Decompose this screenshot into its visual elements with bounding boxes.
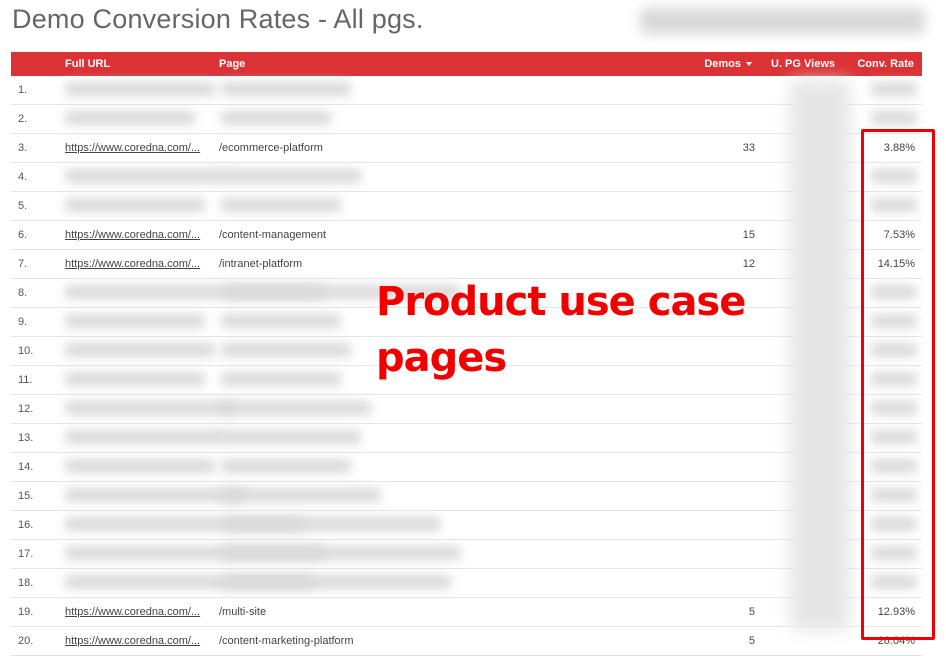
redacted-page-cell [221, 517, 441, 531]
column-header-demos-label: Demos [704, 58, 741, 70]
redacted-page-cell [221, 575, 451, 589]
page-title: Demo Conversion Rates - All pgs. [12, 4, 424, 34]
table-row[interactable]: 17. [11, 540, 922, 569]
demos-value: 5 [748, 606, 755, 618]
row-index: 6. [18, 229, 28, 241]
row-index: 2. [18, 113, 28, 125]
row-index: 18. [18, 577, 34, 589]
row-index: 5. [18, 200, 28, 212]
table-row[interactable]: 4. [11, 163, 922, 192]
redacted-page-cell [221, 169, 361, 183]
table-header: Full URL Page Demos U. PG Views Conv. Ra… [11, 52, 922, 76]
redacted-url-cell [65, 343, 215, 357]
redacted-url-cell [65, 430, 225, 444]
column-header-views[interactable]: U. PG Views [771, 58, 835, 70]
full-url-link[interactable]: https://www.coredna.com/... [65, 258, 200, 270]
redacted-url-cell [65, 169, 225, 183]
table-row[interactable]: 5. [11, 192, 922, 221]
column-header-full-url[interactable]: Full URL [65, 58, 110, 70]
page-path: /content-marketing-platform [219, 635, 354, 647]
table-row[interactable]: 1. [11, 76, 922, 105]
redacted-url-cell [65, 198, 205, 212]
redacted-page-cell [221, 111, 331, 125]
redacted-url-cell [65, 314, 205, 328]
row-index: 7. [18, 258, 28, 270]
redacted-header-info [640, 8, 925, 34]
row-index: 10. [18, 345, 34, 357]
row-index: 3. [18, 142, 28, 154]
redacted-page-cell [221, 488, 381, 502]
page-path: /content-management [219, 229, 327, 241]
redacted-views-column [790, 80, 850, 630]
row-index: 9. [18, 316, 28, 328]
table-row[interactable]: 14. [11, 453, 922, 482]
table-row[interactable]: 2. [11, 105, 922, 134]
column-header-demos[interactable]: Demos [704, 58, 752, 70]
row-index: 14. [18, 461, 34, 473]
demos-value: 5 [748, 635, 755, 647]
annotation-highlight-box [861, 129, 935, 640]
page-path: /multi-site [219, 606, 267, 618]
redacted-url-cell [65, 372, 205, 386]
table-row[interactable]: 18. [11, 569, 922, 598]
row-index: 13. [18, 432, 34, 444]
redacted-url-cell [65, 82, 215, 96]
row-index: 19. [18, 606, 34, 618]
row-index: 4. [18, 171, 28, 183]
column-header-conv-rate[interactable]: Conv. Rate [857, 58, 914, 70]
page-path: /intranet-platform [219, 258, 303, 270]
redacted-page-cell [221, 372, 341, 386]
row-index: 11. [18, 374, 33, 386]
redacted-page-cell [221, 459, 351, 473]
page-path: /ecommerce-platform [219, 142, 323, 154]
table-row[interactable]: 16. [11, 511, 922, 540]
table-row[interactable]: 12. [11, 395, 922, 424]
redacted-url-cell [65, 488, 245, 502]
redacted-url-cell [65, 459, 215, 473]
redacted-page-cell [221, 198, 341, 212]
redacted-page-cell [221, 314, 341, 328]
row-index: 15. [18, 490, 34, 502]
full-url-link[interactable]: https://www.coredna.com/... [65, 606, 200, 618]
full-url-link[interactable]: https://www.coredna.com/... [65, 229, 200, 241]
table-row[interactable]: 13. [11, 424, 922, 453]
redacted-page-cell [221, 401, 371, 415]
row-index: 16. [18, 519, 34, 531]
table-row[interactable]: 6. https://www.coredna.com/... /content-ma… [11, 221, 922, 250]
redacted-rate-cell [871, 111, 917, 125]
redacted-page-cell [221, 546, 461, 560]
row-index: 8. [18, 287, 28, 299]
row-index: 20. [18, 635, 34, 647]
redacted-rate-cell [871, 82, 917, 96]
full-url-link[interactable]: https://www.coredna.com/... [65, 142, 200, 154]
redacted-url-cell [65, 111, 195, 125]
redacted-page-cell [221, 430, 361, 444]
full-url-link[interactable]: https://www.coredna.com/... [65, 635, 200, 647]
row-index: 1. [18, 84, 28, 96]
caret-down-icon [746, 62, 752, 67]
annotation-label: Product use case pages [376, 279, 746, 381]
column-header-page[interactable]: Page [219, 58, 245, 70]
redacted-page-cell [221, 82, 351, 96]
table-row[interactable]: 19. https://www.coredna.com/... /multi-sit… [11, 598, 922, 627]
row-index: 12. [18, 403, 34, 415]
demos-value: 15 [742, 229, 755, 241]
table-row[interactable]: 15. [11, 482, 922, 511]
table-row[interactable]: 3. https://www.coredna.com/... /ecommerce-… [11, 134, 922, 163]
table-row[interactable]: 20. https://www.coredna.com/... /content-m… [11, 627, 922, 656]
redacted-page-cell [221, 343, 351, 357]
row-index: 17. [18, 548, 34, 560]
demos-value: 33 [742, 142, 755, 154]
redacted-url-cell [65, 401, 235, 415]
demos-value: 12 [742, 258, 755, 270]
